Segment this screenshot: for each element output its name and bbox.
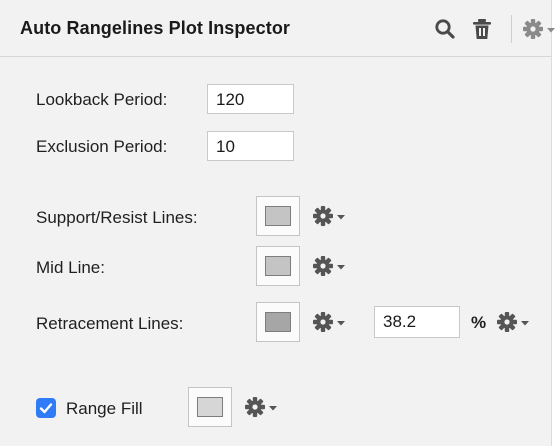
range-fill-color-swatch xyxy=(197,397,223,417)
exclusion-period-input[interactable]: 10 xyxy=(207,131,294,161)
mid-line-gear-icon[interactable] xyxy=(312,254,348,278)
mid-line-color-swatch xyxy=(265,256,291,276)
retracement-lines-label: Retracement Lines: xyxy=(36,314,184,333)
exclusion-period-label: Exclusion Period: xyxy=(36,137,168,156)
plot-inspector-panel: Auto Rangelines Plot Inspector Lookback … xyxy=(0,0,555,446)
lookback-period-input[interactable]: 120 xyxy=(207,84,294,114)
header-separator xyxy=(511,15,512,43)
range-fill-checkbox[interactable] xyxy=(36,398,56,418)
support-resist-color-well[interactable] xyxy=(256,196,300,236)
percent-symbol: % xyxy=(471,313,487,332)
retracement-color-swatch xyxy=(265,312,291,332)
inspector-header: Auto Rangelines Plot Inspector xyxy=(0,0,555,57)
mid-line-label: Mid Line: xyxy=(36,258,105,277)
search-icon[interactable] xyxy=(434,18,456,40)
retracement-color-well[interactable] xyxy=(256,302,300,342)
inspector-title: Auto Rangelines Plot Inspector xyxy=(20,18,291,38)
range-fill-gear-icon[interactable] xyxy=(244,395,280,419)
mid-line-color-well[interactable] xyxy=(256,246,300,286)
retracement-percent-gear-icon[interactable] xyxy=(496,310,532,334)
checkmark-icon xyxy=(39,403,53,414)
trash-icon[interactable] xyxy=(471,18,493,40)
lookback-period-label: Lookback Period: xyxy=(36,90,168,109)
support-resist-gear-icon[interactable] xyxy=(312,204,348,228)
retracement-percent-input[interactable]: 38.2 xyxy=(374,306,460,338)
gear-menu-icon[interactable] xyxy=(522,17,556,41)
range-fill-label: Range Fill xyxy=(66,399,143,418)
retracement-gear-icon[interactable] xyxy=(312,310,348,334)
support-resist-lines-label: Support/Resist Lines: xyxy=(36,208,198,227)
range-fill-color-well[interactable] xyxy=(188,387,232,427)
support-resist-color-swatch xyxy=(265,206,291,226)
